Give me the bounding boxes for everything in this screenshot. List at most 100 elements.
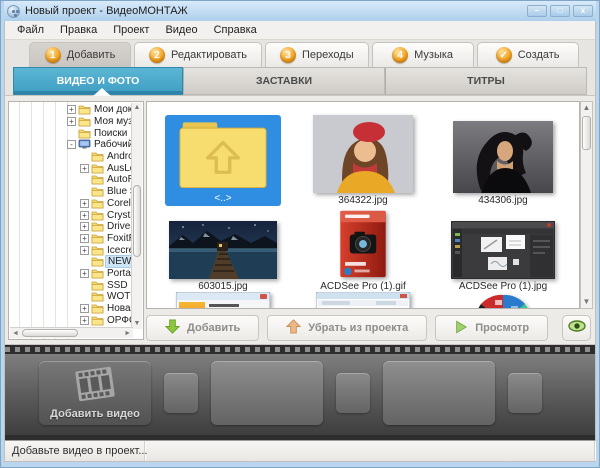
- thumbnail-item-5[interactable]: ACDSee Pro (1).gif: [293, 206, 433, 292]
- tree-horizontal-scrollbar[interactable]: ◄ ►: [10, 327, 133, 338]
- sub-tab-2[interactable]: ЗАСТАВКИ: [183, 67, 385, 95]
- preview-button[interactable]: Просмотр: [435, 315, 548, 341]
- thumbnail-item-9[interactable]: [433, 292, 573, 309]
- tree-item-1[interactable]: +Мои доку: [9, 104, 143, 116]
- number-badge-icon: 1: [45, 47, 61, 63]
- timeline-bottom-strip: [5, 435, 595, 440]
- scroll-down-icon[interactable]: ▼: [581, 297, 592, 307]
- thumbnail-label: 603015.jpg: [198, 281, 248, 292]
- step-tab-5[interactable]: ✓Создать: [477, 42, 579, 67]
- folder-tree[interactable]: +Мои доку+Моя музыПоиски-Рабочий сAndroi…: [8, 101, 144, 340]
- tree-item-9[interactable]: + Corel: [9, 198, 143, 210]
- tree-item-14[interactable]: NEW: [9, 256, 143, 268]
- folder-icon: [91, 221, 105, 232]
- thumbnail-item-8[interactable]: Ace Translator: [293, 292, 433, 309]
- thumbnail-grid: <..>364322.jpg 434306.jpg 603015.jpg ACDSee…: [147, 102, 579, 309]
- tree-expander-icon[interactable]: +: [80, 211, 89, 220]
- menu-item-1[interactable]: Файл: [9, 22, 52, 38]
- tree-vertical-scrollbar[interactable]: ▲ ▼: [131, 103, 142, 329]
- tree-item-6[interactable]: +AusLo: [9, 162, 143, 174]
- desktop-icon: [78, 139, 92, 150]
- tree-expander-icon[interactable]: +: [67, 117, 76, 126]
- tree-item-5[interactable]: Androi: [9, 151, 143, 163]
- remove-from-project-button[interactable]: Убрать из проекта: [267, 315, 427, 341]
- tree-item-label: NEW: [105, 255, 134, 268]
- tree-item-7[interactable]: AutoR: [9, 174, 143, 186]
- tree-item-3[interactable]: Поиски: [9, 127, 143, 139]
- scroll-right-icon[interactable]: ►: [124, 328, 131, 338]
- tree-expander-icon[interactable]: +: [80, 199, 89, 208]
- tree-expander-icon[interactable]: +: [80, 234, 89, 243]
- step-tab-3[interactable]: 3Переходы: [265, 42, 369, 67]
- step-tabs: 1Добавить2Редактировать3Переходы4Музыка✓…: [5, 40, 595, 67]
- folder-icon: [91, 210, 105, 221]
- folder-icon: [91, 198, 105, 209]
- scroll-up-icon[interactable]: ▲: [581, 103, 592, 113]
- tree-expander-icon[interactable]: +: [80, 316, 89, 325]
- step-tab-2[interactable]: 2Редактировать: [134, 42, 262, 67]
- thumbnail-item-4[interactable]: 603015.jpg: [153, 206, 293, 292]
- tree-item-8[interactable]: Blue S: [9, 186, 143, 198]
- view-mode-button[interactable]: [562, 315, 591, 341]
- tree-expander-icon[interactable]: +: [67, 105, 76, 114]
- tree-item-13[interactable]: +Icecre: [9, 244, 143, 256]
- thumbnail-inner: 364322.jpg: [313, 115, 413, 206]
- tree-scrollbar-thumb[interactable]: [133, 185, 141, 257]
- tree-expander-icon[interactable]: +: [80, 164, 89, 173]
- menu-item-3[interactable]: Проект: [105, 22, 157, 38]
- step-tab-4[interactable]: 4Музыка: [372, 42, 474, 67]
- browser-panel: +Мои доку+Моя музыПоиски-Рабочий сAndroi…: [5, 95, 595, 345]
- title-bar[interactable]: Новый проект - ВидеоМОНТАЖ – □ x: [4, 1, 596, 21]
- menu-item-5[interactable]: Справка: [206, 22, 265, 38]
- tree-expander-icon[interactable]: +: [80, 304, 89, 313]
- file-thumbnail-panel: <..>364322.jpg 434306.jpg 603015.jpg ACDSee…: [146, 101, 580, 309]
- green-down-arrow-icon: [165, 319, 180, 337]
- folder-icon: [91, 174, 105, 185]
- thumbnail-item-2[interactable]: 364322.jpg: [293, 106, 433, 206]
- tree-item-11[interactable]: +Driverl: [9, 221, 143, 233]
- timeline: Добавить видео: [5, 345, 595, 440]
- maximize-button[interactable]: □: [550, 5, 570, 17]
- thumbnail-inner: 434306.jpg: [453, 121, 553, 206]
- add-button[interactable]: Добавить: [146, 315, 259, 341]
- tree-item-19[interactable]: +ОРФО: [9, 314, 143, 326]
- thumbnail-item-3[interactable]: 434306.jpg: [433, 106, 573, 206]
- tree-expander-icon[interactable]: +: [80, 246, 89, 255]
- thumbnails-scrollbar-thumb[interactable]: [582, 116, 591, 150]
- tree-item-4[interactable]: -Рабочий с: [9, 139, 143, 151]
- menu-item-4[interactable]: Видео: [157, 22, 205, 38]
- thumbnail-item-1[interactable]: <..>: [153, 106, 293, 206]
- close-button[interactable]: x: [573, 5, 593, 17]
- tree-item-18[interactable]: +Новая: [9, 303, 143, 315]
- tree-item-2[interactable]: +Моя музы: [9, 116, 143, 128]
- scroll-down-icon[interactable]: ▼: [132, 319, 142, 329]
- menu-item-2[interactable]: Правка: [52, 22, 105, 38]
- status-bar: Добавьте видео в проект...: [5, 440, 595, 461]
- sub-tab-3[interactable]: ТИТРЫ: [385, 67, 587, 95]
- tree-item-10[interactable]: +Crysta: [9, 209, 143, 221]
- tree-expander-icon[interactable]: -: [67, 140, 76, 149]
- add-video-label: Добавить видео: [50, 408, 140, 420]
- folder-icon: [91, 291, 105, 302]
- minimize-button[interactable]: –: [527, 5, 547, 17]
- tree-expander-icon[interactable]: +: [80, 222, 89, 231]
- number-badge-icon: 4: [392, 47, 408, 63]
- image-flag-globe: [471, 292, 535, 309]
- tree-expander-icon[interactable]: +: [80, 269, 89, 278]
- step-tab-1[interactable]: 1Добавить: [29, 42, 131, 67]
- scroll-left-icon[interactable]: ◄: [12, 328, 19, 338]
- tree-hscrollbar-thumb[interactable]: [22, 329, 78, 337]
- tree-item-17[interactable]: WOT: [9, 291, 143, 303]
- thumbnails-scrollbar[interactable]: ▲ ▼: [580, 101, 593, 309]
- folder-icon: [91, 233, 105, 244]
- tree-item-12[interactable]: +FoxitR: [9, 233, 143, 245]
- tree-item-16[interactable]: SSD M: [9, 279, 143, 291]
- thumbnail-item-6[interactable]: ACDSee Pro (1).jpg: [433, 206, 573, 292]
- tree-item-15[interactable]: +Portab: [9, 268, 143, 280]
- thumbnail-inner: ACDSee Pro (1).gif: [320, 209, 406, 292]
- tree-item-label: Corel: [105, 198, 133, 209]
- thumbnail-inner: 603015.jpg: [169, 221, 277, 292]
- add-video-slot[interactable]: Добавить видео: [39, 361, 151, 425]
- scroll-up-icon[interactable]: ▲: [132, 103, 142, 113]
- thumbnail-item-7[interactable]: [153, 292, 293, 309]
